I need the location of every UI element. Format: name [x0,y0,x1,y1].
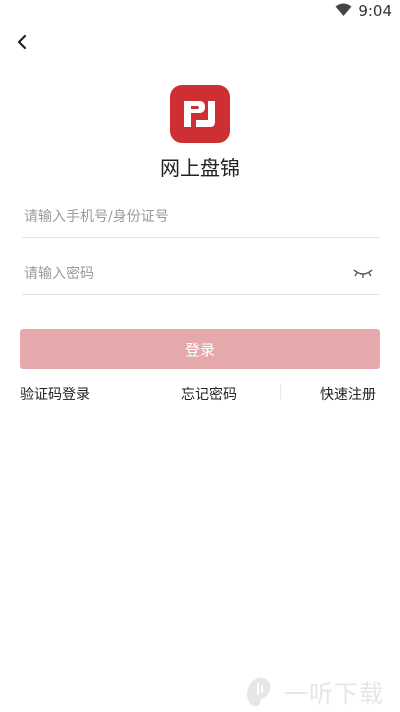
forgot-password-link[interactable]: 忘记密码 [181,384,237,404]
app-name: 网上盘锦 [160,156,240,180]
sms-login-link[interactable]: 验证码登录 [20,384,90,404]
status-time: 9:04 [358,2,392,20]
back-arrow-icon [17,34,27,50]
ear-logo-icon [247,677,271,707]
quick-register-link[interactable]: 快速注册 [320,384,376,404]
status-bar: 9:04 [0,0,400,24]
account-input[interactable] [22,197,382,237]
link-divider [280,383,281,399]
wifi-icon [335,3,352,16]
back-button[interactable] [8,28,36,56]
eye-closed-icon[interactable] [352,266,374,280]
watermark-text: 一听下载 [284,679,384,708]
pj-logo-icon [184,101,215,127]
watermark: 一听下载 [242,672,384,710]
login-button[interactable]: 登录 [20,329,380,369]
password-field [22,254,382,295]
account-field [22,197,382,238]
app-logo [170,85,230,143]
password-input[interactable] [22,254,382,294]
